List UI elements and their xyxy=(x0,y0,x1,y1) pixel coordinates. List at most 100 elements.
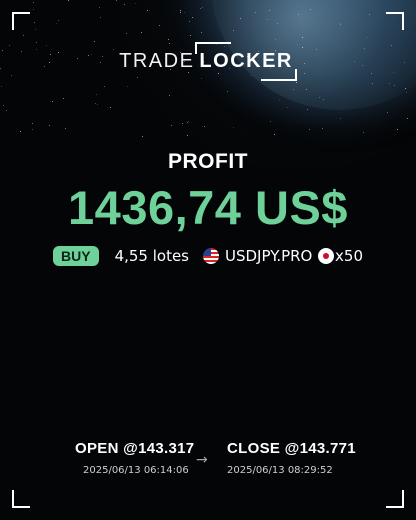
side-badge: BUY xyxy=(53,246,99,266)
star xyxy=(323,99,324,100)
star xyxy=(97,104,98,105)
open-column: OPEN @143.317 2025/06/13 06:14:06 xyxy=(75,440,194,476)
star xyxy=(190,35,191,36)
star xyxy=(389,83,390,84)
frame-corner-top-right xyxy=(386,12,404,30)
star xyxy=(269,10,270,11)
star xyxy=(372,83,373,84)
frame-corner-bottom-right xyxy=(386,490,404,508)
symbol-name: USDJPY.PRO xyxy=(225,247,313,265)
star xyxy=(35,29,36,30)
star xyxy=(127,86,128,87)
frame-corner-top-left xyxy=(12,12,30,30)
star xyxy=(182,123,183,124)
profit-amount: 1436,74 US$ xyxy=(68,181,348,234)
star xyxy=(394,85,395,86)
close-column: CLOSE @143.771 2025/06/13 08:29:52 xyxy=(227,440,356,476)
jp-flag-icon xyxy=(318,248,335,264)
star xyxy=(201,32,202,33)
star xyxy=(293,89,294,90)
star xyxy=(363,132,364,133)
star xyxy=(306,89,307,90)
star xyxy=(56,23,57,24)
star xyxy=(279,99,280,100)
star xyxy=(104,86,105,87)
star xyxy=(287,107,288,108)
star xyxy=(184,12,185,13)
star xyxy=(23,35,24,36)
star xyxy=(96,94,97,95)
star xyxy=(310,9,311,10)
star xyxy=(296,82,297,83)
star xyxy=(407,118,408,119)
frame-corner-bottom-left xyxy=(12,490,30,508)
star xyxy=(95,103,96,104)
star xyxy=(34,22,35,23)
star xyxy=(200,8,201,9)
star xyxy=(369,14,370,15)
star xyxy=(171,125,172,126)
open-price: OPEN @143.317 xyxy=(75,440,195,457)
star xyxy=(397,129,398,130)
star xyxy=(270,121,271,122)
star xyxy=(322,128,323,129)
position-info: BUY 4,55 lotes USDJPY.PRO x50 xyxy=(53,244,363,268)
arrow-right-icon: → xyxy=(196,452,208,468)
star xyxy=(187,122,188,123)
star xyxy=(340,118,341,119)
logo-text-trade: TRADE xyxy=(119,50,195,72)
star xyxy=(255,12,256,13)
close-time: 2025/06/13 08:29:52 xyxy=(227,465,333,476)
star xyxy=(52,101,53,102)
star xyxy=(188,121,189,122)
us-flag-icon xyxy=(203,248,219,264)
star xyxy=(202,7,203,8)
profit-card: TRADE LOCKER PROFIT 1436,74 US$ BUY 4,55… xyxy=(0,0,416,520)
star xyxy=(141,32,142,33)
star xyxy=(240,18,241,19)
star xyxy=(3,105,4,106)
star xyxy=(277,23,278,24)
star xyxy=(32,123,33,124)
star xyxy=(100,17,101,18)
leverage: x50 xyxy=(335,247,363,265)
star xyxy=(307,109,308,110)
star xyxy=(204,126,205,127)
star xyxy=(124,4,125,5)
star xyxy=(233,30,234,31)
star xyxy=(63,98,64,99)
star xyxy=(298,14,299,15)
star xyxy=(126,33,127,34)
star xyxy=(6,110,7,111)
star xyxy=(309,129,310,130)
star xyxy=(94,41,95,42)
profit-label: PROFIT xyxy=(168,150,248,173)
star xyxy=(116,0,117,1)
close-price: CLOSE @143.771 xyxy=(227,440,356,457)
star xyxy=(367,37,368,38)
star xyxy=(267,19,268,20)
star xyxy=(33,9,34,10)
star xyxy=(189,21,190,22)
star xyxy=(159,25,160,26)
star xyxy=(36,42,37,43)
star xyxy=(227,91,228,92)
star xyxy=(180,10,181,11)
star xyxy=(405,88,406,89)
star xyxy=(168,39,169,40)
star xyxy=(20,131,21,132)
star xyxy=(387,112,388,113)
star xyxy=(406,92,407,93)
star xyxy=(187,135,188,136)
star xyxy=(169,95,170,96)
star xyxy=(99,7,100,8)
logo-text-locker: LOCKER xyxy=(195,42,298,81)
star xyxy=(319,97,320,98)
star xyxy=(142,136,143,137)
star xyxy=(68,0,69,1)
star xyxy=(274,134,275,135)
open-time: 2025/06/13 06:14:06 xyxy=(83,465,189,476)
star xyxy=(110,107,111,108)
star xyxy=(302,37,303,38)
star xyxy=(147,10,148,11)
